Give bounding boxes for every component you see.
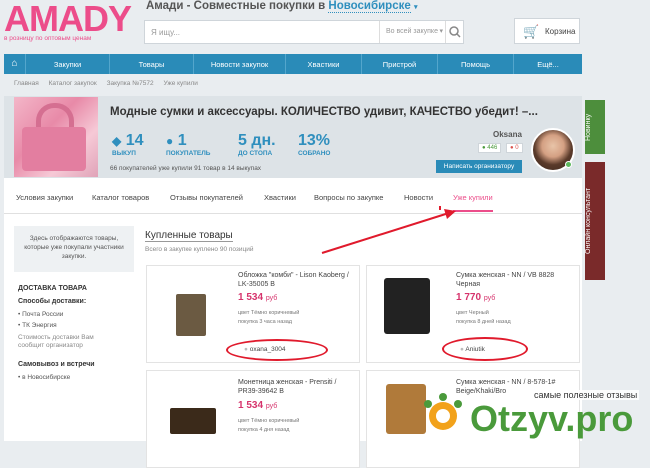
watermark-logo-icon xyxy=(424,393,462,430)
new-item-side-tab[interactable]: Новинку xyxy=(585,100,605,154)
online-consultant-side-tab[interactable]: Онлайн консультант xyxy=(585,162,605,280)
annotation-arrow xyxy=(321,206,456,254)
watermark-brand: Otzyv.pro xyxy=(470,398,634,439)
side-tab-label: Новинку xyxy=(585,113,592,141)
side-tab-label: Онлайн консультант xyxy=(585,187,592,255)
